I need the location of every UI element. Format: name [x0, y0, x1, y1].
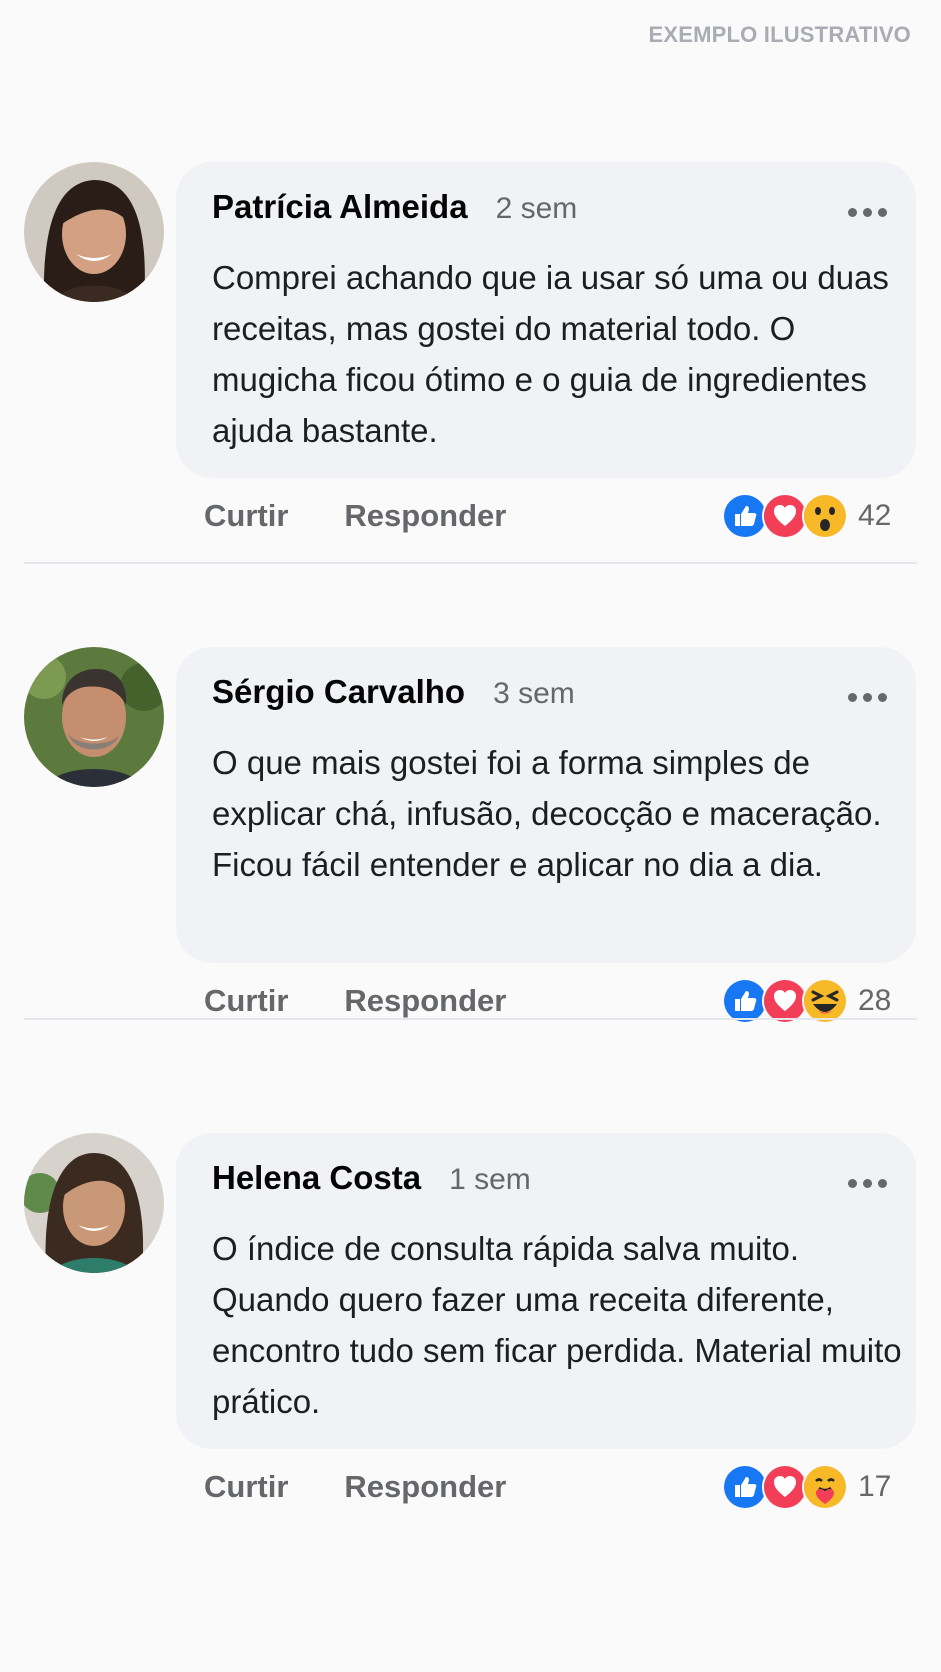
reactions-summary[interactable]: 17 — [722, 1463, 891, 1511]
more-options-icon[interactable] — [848, 208, 888, 218]
comment: Sérgio Carvalho 3 sem O que mais gostei … — [0, 647, 941, 1047]
comment-header: Patrícia Almeida 2 sem — [212, 188, 577, 226]
comment-time[interactable]: 2 sem — [496, 192, 578, 226]
avatar[interactable] — [24, 162, 164, 302]
comment-bubble: Helena Costa 1 sem O índice de consulta … — [176, 1133, 916, 1449]
like-button[interactable]: Curtir — [204, 1469, 288, 1505]
comment-time[interactable]: 3 sem — [493, 677, 575, 711]
comment-actions: Curtir Responder — [204, 983, 506, 1019]
comment-bubble: Patrícia Almeida 2 sem Comprei achando q… — [176, 162, 916, 478]
author-name[interactable]: Patrícia Almeida — [212, 188, 468, 226]
care-icon — [802, 1464, 848, 1510]
comment-time[interactable]: 1 sem — [449, 1163, 531, 1197]
reply-button[interactable]: Responder — [344, 1469, 506, 1505]
comment-text: O índice de consulta rápida salva muito.… — [212, 1230, 902, 1420]
reply-button[interactable]: Responder — [344, 983, 506, 1019]
like-button[interactable]: Curtir — [204, 498, 288, 534]
comment-actions: Curtir Responder — [204, 1469, 506, 1505]
watermark: EXEMPLO ILUSTRATIVO — [648, 22, 911, 47]
divider — [24, 1018, 917, 1020]
comment: Helena Costa 1 sem O índice de consulta … — [0, 1133, 941, 1533]
author-name[interactable]: Helena Costa — [212, 1159, 421, 1197]
like-button[interactable]: Curtir — [204, 983, 288, 1019]
comment-text: O que mais gostei foi a forma simples de… — [212, 744, 882, 883]
reaction-count: 17 — [858, 1470, 892, 1503]
reaction-count: 42 — [858, 499, 892, 532]
more-options-icon[interactable] — [848, 693, 888, 703]
author-name[interactable]: Sérgio Carvalho — [212, 673, 465, 711]
reactions-summary[interactable]: 42 — [722, 492, 891, 540]
reaction-count: 28 — [858, 984, 892, 1017]
comment-actions: Curtir Responder — [204, 498, 506, 534]
avatar[interactable] — [24, 647, 164, 787]
reply-button[interactable]: Responder — [344, 498, 506, 534]
more-options-icon[interactable] — [848, 1179, 888, 1189]
avatar[interactable] — [24, 1133, 164, 1273]
comment-bubble: Sérgio Carvalho 3 sem O que mais gostei … — [176, 647, 916, 963]
comment-header: Sérgio Carvalho 3 sem — [212, 673, 575, 711]
wow-icon — [802, 493, 848, 539]
comment: Patrícia Almeida 2 sem Comprei achando q… — [0, 162, 941, 562]
comment-text: Comprei achando que ia usar só uma ou du… — [212, 259, 889, 449]
comment-header: Helena Costa 1 sem — [212, 1159, 531, 1197]
divider — [24, 562, 917, 564]
